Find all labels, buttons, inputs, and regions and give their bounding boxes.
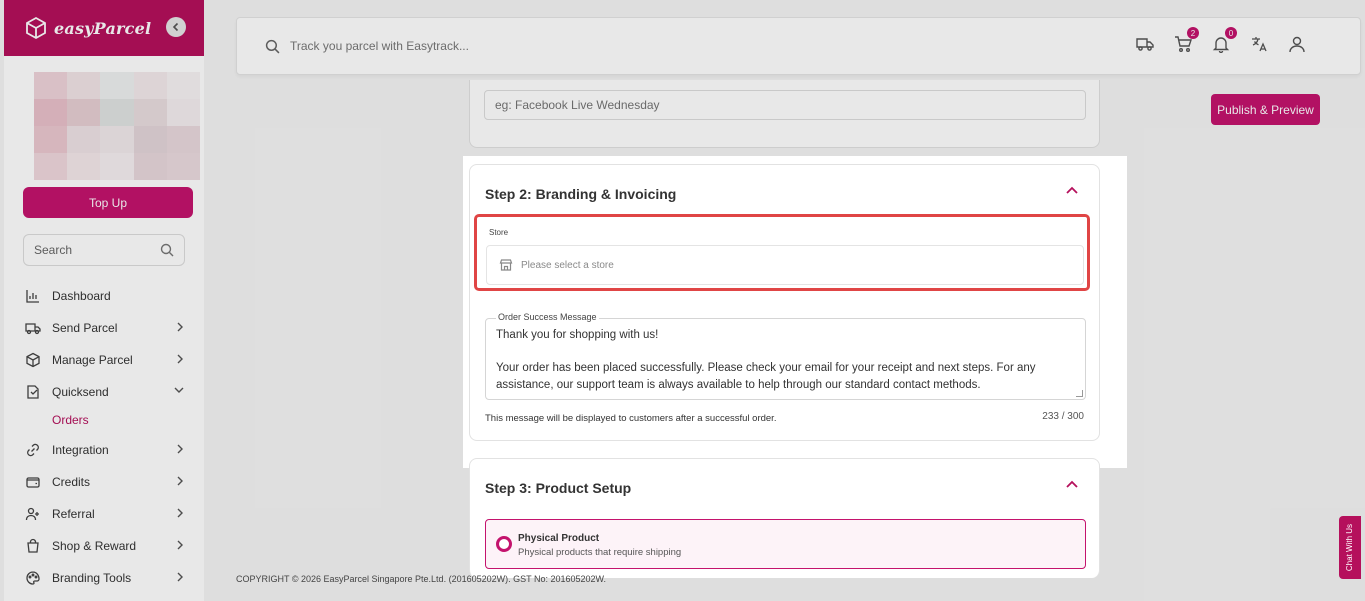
sidebar-item-label: Dashboard bbox=[52, 289, 111, 303]
track-parcel-input[interactable] bbox=[290, 39, 890, 53]
order-success-message-textarea[interactable]: Thank you for shopping with us! Your ord… bbox=[496, 327, 1081, 393]
step2-card: Step 2: Branding & Invoicing Store Pleas… bbox=[469, 164, 1100, 441]
chevron-up-icon[interactable] bbox=[1065, 185, 1079, 195]
dashboard-icon bbox=[24, 287, 42, 305]
sidebar-item-label: Send Parcel bbox=[52, 321, 118, 335]
top-header: 2 0 bbox=[236, 17, 1361, 75]
character-count: 233 / 300 bbox=[1042, 411, 1084, 422]
header-icons: 2 0 bbox=[1136, 27, 1306, 53]
radio-selected-icon[interactable] bbox=[496, 536, 512, 552]
session-name-input[interactable] bbox=[484, 90, 1086, 120]
sidebar-subitem-orders[interactable]: Orders bbox=[24, 406, 189, 434]
sidebar-item-label: Shop & Reward bbox=[52, 539, 137, 553]
physical-product-option[interactable]: Physical Product Physical products that … bbox=[485, 519, 1086, 569]
bell-icon[interactable]: 0 bbox=[1212, 27, 1237, 53]
step2-title: Step 2: Branding & Invoicing bbox=[485, 186, 677, 202]
sidebar-item-label: Quicksend bbox=[52, 385, 109, 399]
store-select[interactable]: Please select a store bbox=[486, 245, 1084, 285]
store-field-highlight: Store Please select a store bbox=[474, 214, 1090, 291]
sidebar-item-label: Manage Parcel bbox=[52, 353, 133, 367]
resize-handle-icon[interactable] bbox=[1076, 390, 1083, 397]
chat-label: Chat With Us bbox=[1345, 523, 1355, 572]
sidebar-search-input[interactable] bbox=[34, 243, 144, 257]
track-search bbox=[249, 28, 1119, 64]
product-option-title: Physical Product bbox=[518, 533, 600, 544]
sidebar-search bbox=[23, 234, 185, 266]
brand-name: easyParcel bbox=[54, 18, 152, 38]
sidebar-collapse-button[interactable] bbox=[166, 17, 186, 37]
sidebar-item-referral[interactable]: Referral bbox=[24, 498, 189, 530]
sidebar-item-quicksend[interactable]: Quicksend bbox=[24, 376, 189, 408]
shopping-bag-icon bbox=[24, 537, 42, 555]
sidebar-nav: Dashboard Send Parcel Manage Parcel Quic… bbox=[24, 280, 189, 594]
order-success-message-field[interactable]: Order Success Message Thank you for shop… bbox=[485, 312, 1086, 400]
sidebar-item-label: Referral bbox=[52, 507, 95, 521]
store-placeholder: Please select a store bbox=[521, 259, 614, 271]
product-option-description: Physical products that require shipping bbox=[518, 547, 682, 558]
chevron-right-icon bbox=[177, 508, 183, 518]
sidebar-item-label: Integration bbox=[52, 443, 109, 457]
sidebar-item-send-parcel[interactable]: Send Parcel bbox=[24, 312, 189, 344]
parcel-box-icon bbox=[26, 16, 46, 40]
notification-badge: 0 bbox=[1225, 27, 1237, 39]
step3-card: Step 3: Product Setup Physical Product P… bbox=[469, 458, 1100, 578]
brand-logo[interactable]: easyParcel bbox=[24, 16, 151, 40]
blurred-profile-image bbox=[34, 72, 200, 180]
chevron-right-icon bbox=[177, 476, 183, 486]
referral-icon bbox=[24, 505, 42, 523]
chevron-up-icon[interactable] bbox=[1065, 479, 1079, 489]
brand-header: easyParcel bbox=[4, 0, 204, 56]
sidebar-item-shop-reward[interactable]: Shop & Reward bbox=[24, 530, 189, 562]
footer-copyright: COPYRIGHT © 2026 EasyParcel Singapore Pt… bbox=[236, 574, 606, 584]
link-icon bbox=[24, 441, 42, 459]
message-helper-text: This message will be displayed to custom… bbox=[485, 413, 777, 424]
chevron-right-icon bbox=[177, 540, 183, 550]
search-icon bbox=[265, 39, 280, 53]
cart-icon[interactable]: 2 bbox=[1174, 27, 1199, 53]
chevron-right-icon bbox=[177, 444, 183, 454]
chevron-right-icon bbox=[177, 322, 183, 332]
step3-title: Step 3: Product Setup bbox=[485, 480, 632, 496]
wallet-icon bbox=[24, 473, 42, 491]
publish-preview-button[interactable]: Publish & Preview bbox=[1211, 94, 1320, 125]
user-profile-icon[interactable] bbox=[1288, 35, 1306, 53]
sidebar-item-credits[interactable]: Credits bbox=[24, 466, 189, 498]
sidebar-item-label: Branding Tools bbox=[52, 571, 132, 585]
palette-icon bbox=[24, 569, 42, 587]
quicksend-icon bbox=[24, 383, 42, 401]
top-up-button[interactable]: Top Up bbox=[23, 187, 193, 218]
search-icon[interactable] bbox=[160, 243, 174, 257]
order-success-message-label: Order Success Message bbox=[496, 312, 599, 322]
store-label: Store bbox=[489, 228, 509, 237]
sidebar-item-manage-parcel[interactable]: Manage Parcel bbox=[24, 344, 189, 376]
sidebar-item-branding-tools[interactable]: Branding Tools bbox=[24, 562, 189, 594]
cart-badge: 2 bbox=[1187, 27, 1199, 39]
step1-card bbox=[469, 80, 1100, 148]
chevron-down-icon bbox=[174, 387, 184, 393]
translate-icon[interactable] bbox=[1250, 35, 1268, 53]
truck-icon bbox=[24, 319, 42, 337]
chevron-right-icon bbox=[177, 354, 183, 364]
chevron-right-icon bbox=[177, 572, 183, 582]
chevron-left-icon bbox=[172, 22, 179, 32]
sidebar-item-label: Credits bbox=[52, 475, 91, 489]
store-icon bbox=[499, 259, 513, 271]
sidebar-item-dashboard[interactable]: Dashboard bbox=[24, 280, 189, 312]
sidebar-item-integration[interactable]: Integration bbox=[24, 434, 189, 466]
box-icon bbox=[24, 351, 42, 369]
shipment-truck-icon[interactable] bbox=[1136, 35, 1154, 53]
sidebar: easyParcel Top Up Dashboard Send Parcel … bbox=[4, 0, 204, 601]
chat-with-us-button[interactable]: Chat With Us bbox=[1339, 516, 1361, 579]
